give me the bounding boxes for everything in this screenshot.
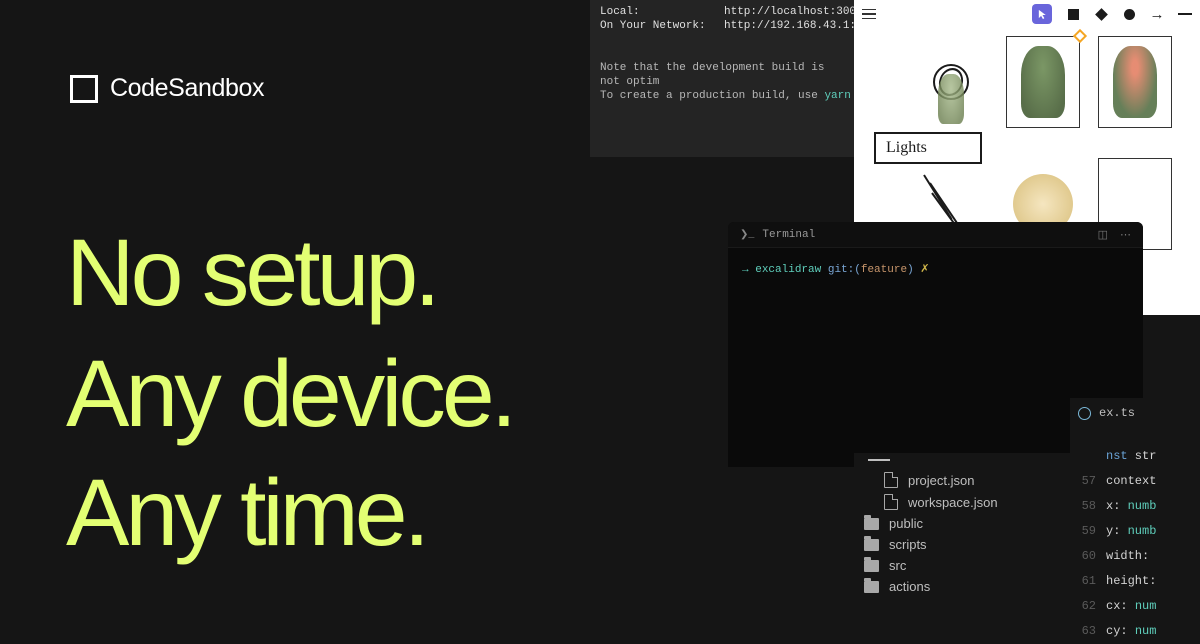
terminal-git-pre: git:(: [828, 264, 861, 276]
more-icon[interactable]: ⋯: [1120, 228, 1131, 242]
tree-item-label: project.json: [908, 473, 974, 488]
react-file-icon: [1078, 407, 1091, 420]
code-line: 60width:: [1070, 544, 1200, 569]
logo-text: CodeSandbox: [110, 74, 264, 103]
terminal-dirty-flag: ✗: [920, 264, 929, 276]
tree-item-label: src: [889, 558, 906, 573]
devserver-output: Local:http://localhost:3000 On Your Netw…: [590, 0, 854, 157]
code-line: 59y: numb: [1070, 519, 1200, 544]
code-tokens: context: [1106, 469, 1156, 494]
split-icon[interactable]: ◫: [1098, 228, 1108, 242]
rectangle-tool[interactable]: [1066, 7, 1080, 21]
canvas-image-3[interactable]: [1098, 36, 1172, 128]
code-line: 57context: [1070, 469, 1200, 494]
diamond-tool[interactable]: [1094, 7, 1108, 21]
terminal-titlebar: ❯_ Terminal ◫ ⋯: [728, 222, 1143, 248]
line-number: 57: [1070, 469, 1106, 494]
headline-line-2: Any device.: [66, 349, 513, 440]
terminal-branch: feature: [861, 264, 907, 276]
code-editor[interactable]: ex.ts nst str57context58x: numb59y: numb…: [1070, 398, 1200, 630]
line-number: 61: [1070, 569, 1106, 594]
file-icon: [884, 494, 898, 510]
tree-item-label: scripts: [889, 537, 927, 552]
devserver-note-1: Note that the development build is not o…: [600, 61, 844, 89]
tree-item-label: workspace.json: [908, 495, 998, 510]
tree-item-label: public: [889, 516, 923, 531]
folder-icon: [864, 518, 879, 530]
canvas-image-2[interactable]: [1006, 36, 1080, 128]
ellipse-tool[interactable]: [1122, 7, 1136, 21]
folder-icon: [864, 539, 879, 551]
excalidraw-toolbar: →: [854, 2, 1200, 26]
brand-logo: CodeSandbox: [70, 74, 264, 103]
terminal-title: Terminal: [762, 229, 815, 241]
devserver-local-label: Local:: [600, 5, 724, 19]
canvas-image-1[interactable]: [914, 36, 988, 128]
tree-item-public[interactable]: public: [854, 513, 1070, 534]
code-tokens: y: numb: [1106, 519, 1156, 544]
folder-icon: [864, 581, 879, 593]
selection-handle-icon[interactable]: [1073, 29, 1087, 43]
code-tokens: height:: [1106, 569, 1156, 594]
devserver-note-2-pre: To create a production build, use: [600, 90, 824, 102]
code-line: nst str: [1070, 444, 1200, 469]
canvas-row-1: [914, 36, 1200, 128]
tree-collapse-icon[interactable]: [868, 459, 890, 461]
code-tokens: cy: num: [1106, 619, 1156, 644]
folder-icon: [864, 560, 879, 572]
editor-tab-label: ex.ts: [1099, 406, 1135, 420]
line-number: 59: [1070, 519, 1106, 544]
code-line: 58x: numb: [1070, 494, 1200, 519]
tree-item-scripts[interactable]: scripts: [854, 534, 1070, 555]
tree-item-label: actions: [889, 579, 930, 594]
line-number: 63: [1070, 619, 1106, 644]
line-tool[interactable]: [1178, 7, 1192, 21]
devserver-local-url: http://localhost:3000: [724, 6, 863, 18]
headline-line-1: No setup.: [66, 228, 513, 319]
file-icon: [884, 472, 898, 488]
tree-item-src[interactable]: src: [854, 555, 1070, 576]
menu-icon[interactable]: [862, 9, 876, 20]
code-tokens: x: numb: [1106, 494, 1156, 519]
editor-body[interactable]: nst str57context58x: numb59y: numb60widt…: [1070, 428, 1200, 644]
tree-item-project-json[interactable]: project.json: [854, 469, 1070, 491]
headline-line-3: Any time.: [66, 468, 513, 559]
editor-tab[interactable]: ex.ts: [1070, 398, 1200, 428]
devserver-network-label: On Your Network:: [600, 19, 724, 33]
code-tokens: cx: num: [1106, 594, 1156, 619]
headline: No setup. Any device. Any time.: [66, 228, 513, 560]
terminal-git-post: ): [907, 264, 914, 276]
terminal-cwd: excalidraw: [755, 264, 821, 276]
line-number: [1070, 444, 1106, 469]
arrow-tool[interactable]: →: [1150, 7, 1164, 21]
tree-item-actions[interactable]: actions: [854, 576, 1070, 597]
code-tokens: width:: [1106, 544, 1156, 569]
selection-tool[interactable]: [1032, 4, 1052, 24]
code-tokens: nst str: [1106, 444, 1156, 469]
logo-icon: [70, 75, 98, 103]
tree-item-workspace-json[interactable]: workspace.json: [854, 491, 1070, 513]
line-number: 62: [1070, 594, 1106, 619]
file-tree: project.json workspace.json public scripts s…: [854, 453, 1070, 630]
code-line: 62cx: num: [1070, 594, 1200, 619]
code-line: 61height:: [1070, 569, 1200, 594]
terminal-prompt-icon: ❯_: [740, 229, 754, 241]
line-number: 58: [1070, 494, 1106, 519]
line-number: 60: [1070, 544, 1106, 569]
terminal-body[interactable]: → excalidraw git:(feature) ✗: [728, 248, 1143, 290]
code-line: 63cy: num: [1070, 619, 1200, 644]
terminal-arrow: →: [742, 264, 749, 276]
